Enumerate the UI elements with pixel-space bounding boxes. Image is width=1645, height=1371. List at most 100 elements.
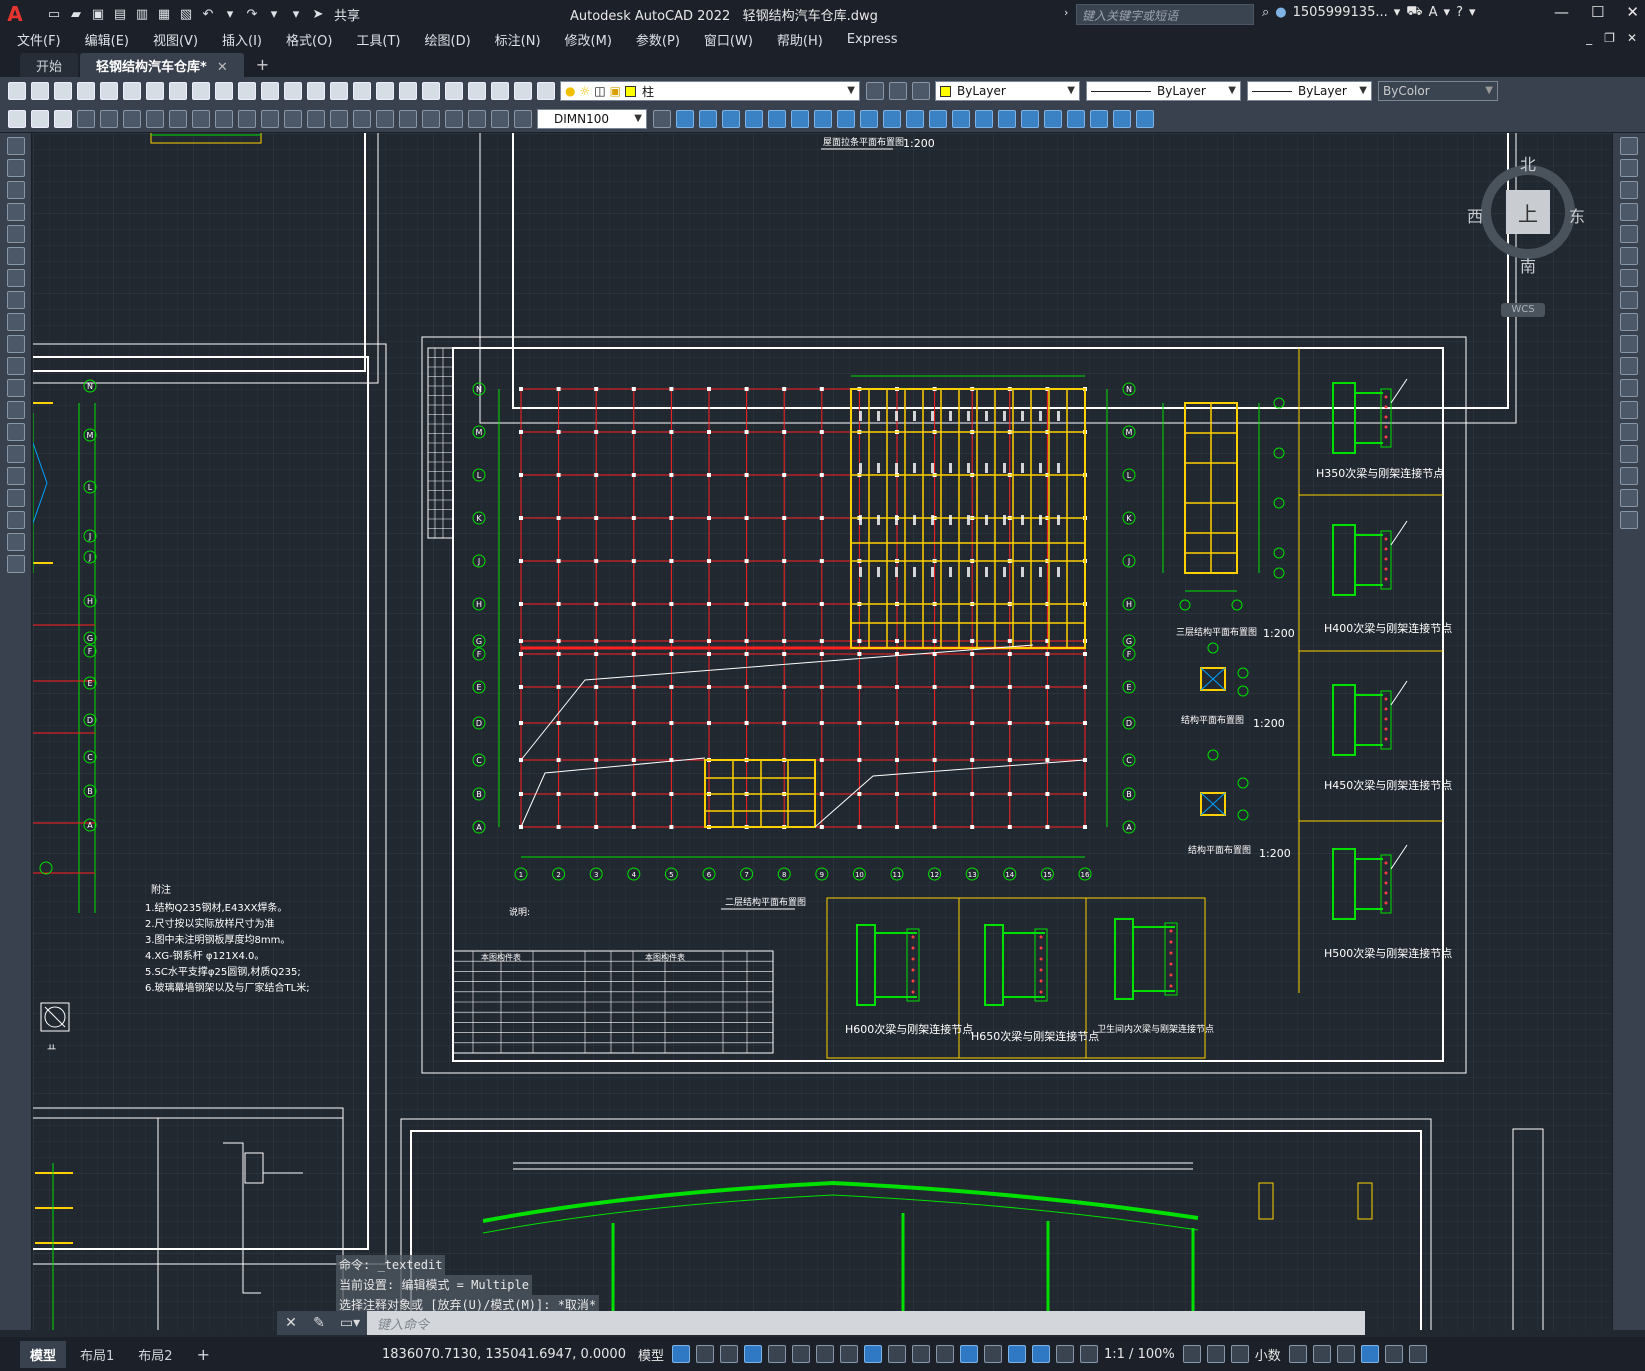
rectangle-icon[interactable] (6, 225, 25, 243)
dim-style-dropdown[interactable]: DIMN100 ▼ (537, 108, 647, 129)
tab-close-icon[interactable]: ✕ (217, 60, 228, 75)
lineweight-dropdown[interactable]: ByLayer ▼ (1247, 81, 1372, 101)
copy-obj-icon[interactable] (699, 109, 717, 128)
style-icon-2[interactable] (31, 109, 49, 128)
extend-icon[interactable] (883, 109, 901, 128)
baseline-dim-icon[interactable] (284, 109, 302, 128)
isodraft-icon[interactable] (816, 1345, 834, 1363)
paste-icon[interactable] (215, 82, 233, 100)
object-snap-icon[interactable] (864, 1345, 882, 1363)
customize-qa-icon[interactable]: ▾ (286, 4, 306, 24)
tab-drawing[interactable]: 轻钢结构汽车仓库* ✕ (80, 53, 244, 77)
move-icon[interactable] (676, 109, 694, 128)
break-point-tool-icon[interactable] (1620, 379, 1638, 397)
scale-tool-icon[interactable] (1620, 291, 1638, 309)
tool-palettes-icon[interactable] (445, 82, 463, 100)
menu-parametric[interactable]: 参数(P) (636, 30, 680, 49)
print-icon[interactable] (77, 82, 95, 100)
explode-tool-icon[interactable] (1620, 511, 1638, 529)
spline-icon[interactable] (6, 313, 25, 331)
circle-icon[interactable] (6, 269, 25, 287)
quick-properties-icon[interactable] (1288, 1345, 1307, 1363)
array-tool-icon[interactable] (1620, 225, 1638, 243)
snap-icon[interactable] (696, 1345, 714, 1363)
plotstyle-chevron-down-icon[interactable]: ▼ (1485, 85, 1493, 96)
hardware-accel-icon[interactable] (1360, 1345, 1379, 1363)
design-center-icon[interactable] (422, 82, 440, 100)
compass-south[interactable]: 南 (1520, 253, 1536, 277)
ellipse-icon[interactable] (6, 335, 25, 353)
compass-east[interactable]: 东 (1569, 203, 1585, 227)
user-icon[interactable]: ● (1275, 5, 1286, 20)
make-block-icon[interactable] (6, 401, 25, 419)
tab-start[interactable]: 开始 (20, 53, 79, 77)
new-file-icon[interactable]: ▭ (44, 4, 64, 24)
style-icon-1[interactable] (8, 109, 26, 128)
properties-icon[interactable] (399, 82, 417, 100)
angular-dim-icon[interactable] (238, 109, 256, 128)
match-properties-icon[interactable] (238, 82, 256, 100)
publish-icon[interactable]: ▥ (132, 4, 152, 24)
compass-north[interactable]: 北 (1520, 151, 1536, 175)
offset-icon[interactable] (745, 109, 763, 128)
isolate-objects-icon[interactable] (1336, 1345, 1355, 1363)
explode-icon[interactable] (998, 109, 1016, 128)
aligned-dim-icon[interactable] (100, 109, 118, 128)
join-tool-icon[interactable] (1620, 423, 1638, 441)
menu-edit[interactable]: 编辑(E) (85, 30, 129, 49)
a360-dropdown-icon[interactable]: ▾ (1444, 5, 1451, 20)
menu-insert[interactable]: 插入(I) (222, 30, 262, 49)
dim-text-edit-icon[interactable] (491, 109, 509, 128)
undo-dropdown-icon[interactable]: ▾ (220, 4, 240, 24)
menu-tools[interactable]: 工具(T) (356, 30, 400, 49)
ortho-icon[interactable] (768, 1345, 786, 1363)
drawing-svg[interactable]: 屋面拉条平面布置图 1:200 NMLJJHGFEDCBA 附注 1.结构Q23… (33, 133, 1612, 1330)
lineweight-chevron-down-icon[interactable]: ▼ (1359, 85, 1367, 96)
pan-icon[interactable] (307, 82, 325, 100)
annotation-visibility-icon[interactable] (1056, 1345, 1074, 1363)
extend-tool-icon[interactable] (1620, 357, 1638, 375)
insert-block-icon[interactable] (1090, 109, 1108, 128)
save-as-icon[interactable]: ▤ (110, 4, 130, 24)
3d-osnap-icon[interactable] (960, 1345, 978, 1363)
dim-break-icon[interactable] (353, 109, 371, 128)
block-icon[interactable] (1067, 109, 1085, 128)
break-icon[interactable] (906, 109, 924, 128)
share-label[interactable]: 共享 (334, 5, 360, 24)
construction-line-icon[interactable] (6, 159, 25, 177)
tolerance-icon[interactable] (376, 109, 394, 128)
trim-icon[interactable] (860, 109, 878, 128)
search-input[interactable]: 键入关键字或短语 (1076, 4, 1254, 25)
rotate-tool-icon[interactable] (1620, 269, 1638, 287)
linear-dim-icon[interactable] (77, 109, 95, 128)
mirror-icon[interactable] (722, 109, 740, 128)
coordinates-readout[interactable]: 1836070.7130, 135041.6947, 0.0000 (382, 1347, 626, 1362)
plot-icon[interactable]: ▧ (176, 4, 196, 24)
help-icon[interactable]: ? (1456, 5, 1463, 20)
dynamic-ucs-icon[interactable] (984, 1345, 1002, 1363)
arc-length-icon[interactable] (123, 109, 141, 128)
model-space-toggle[interactable]: 模型 (638, 1345, 664, 1364)
print-preview-icon[interactable] (100, 82, 118, 100)
diameter-dim-icon[interactable] (215, 109, 233, 128)
transparency-icon[interactable] (912, 1345, 930, 1363)
arc-icon[interactable] (6, 247, 25, 265)
viewcube-top-face[interactable]: 上 (1506, 190, 1550, 234)
add-layout-icon[interactable]: + (187, 1341, 220, 1368)
make-current-layer-icon[interactable] (866, 82, 884, 100)
close-command-icon[interactable]: ✕ (277, 1311, 305, 1335)
menu-help[interactable]: 帮助(H) (777, 30, 823, 49)
doc-minimize-icon[interactable]: _ (1586, 31, 1592, 45)
cut-icon[interactable] (169, 82, 187, 100)
units-value[interactable]: 小数 (1255, 1345, 1281, 1364)
inspection-icon[interactable] (422, 109, 440, 128)
color-dropdown[interactable]: ByLayer ▼ (935, 81, 1080, 101)
dim-update-icon[interactable] (514, 109, 532, 128)
copy-icon[interactable] (192, 82, 210, 100)
add-selected-icon[interactable] (6, 555, 25, 573)
cart-icon[interactable]: ⛟ (1406, 4, 1422, 21)
layer-states-icon[interactable] (912, 82, 930, 100)
trim-tool-icon[interactable] (1620, 335, 1638, 353)
menu-file[interactable]: 文件(F) (17, 30, 61, 49)
line-icon[interactable] (6, 137, 25, 155)
